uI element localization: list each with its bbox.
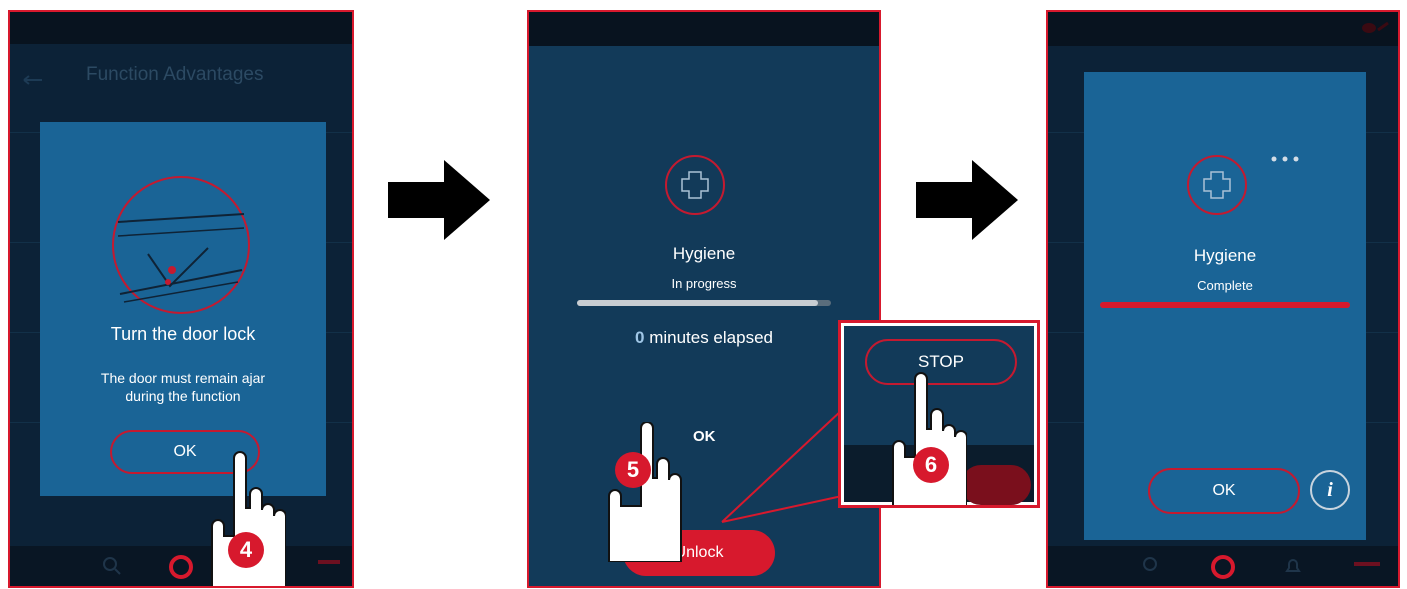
status-text: In progress	[671, 276, 737, 291]
door-lock-icon	[110, 174, 252, 316]
step-badge-5: 5	[615, 452, 651, 488]
function-name: Hygiene	[1193, 246, 1257, 265]
right-arrow-icon	[388, 160, 492, 245]
dialog-title: Turn the door lock	[110, 324, 256, 344]
screen-turn-door-lock: Function Advantages Turn the door lock T…	[8, 10, 354, 588]
status-bar	[1048, 12, 1398, 46]
progress-track	[1100, 302, 1350, 308]
status-text: Complete	[1197, 278, 1253, 293]
step-badge-4: 4	[228, 532, 264, 568]
home-ring-icon[interactable]	[168, 554, 194, 585]
elapsed-label: minutes elapsed	[649, 328, 773, 347]
plus-cross-icon	[1186, 154, 1248, 221]
bell-icon[interactable]	[1284, 556, 1302, 581]
status-bar	[529, 12, 879, 46]
zoom-inset-stop: STOP 6	[838, 320, 1040, 508]
search-icon[interactable]	[1142, 556, 1162, 581]
elapsed-value: 0	[634, 328, 645, 347]
progress-fill	[1100, 302, 1350, 308]
elapsed-row: 0 minutes elapsed	[529, 328, 879, 348]
ok-button[interactable]: OK	[1148, 468, 1300, 514]
dialog-message-line1: The door must remain ajar	[100, 370, 266, 386]
bottom-nav	[1048, 546, 1398, 586]
info-label: i	[1327, 479, 1333, 501]
wifi-cloud-icon	[1360, 20, 1390, 39]
progress-fill	[577, 300, 819, 306]
dialog-message-line2: during the function	[125, 388, 241, 404]
hand-pointer-icon	[887, 371, 968, 505]
more-dots-icon[interactable]	[1270, 150, 1302, 168]
step-badge-6: 6	[913, 447, 949, 483]
home-ring-icon[interactable]	[1210, 554, 1236, 585]
zoom-unlock-fragment	[961, 465, 1031, 505]
plus-cross-icon	[664, 154, 726, 221]
hygiene-complete-dialog: Hygiene Complete OK i	[1084, 72, 1366, 540]
info-icon[interactable]: i	[1310, 470, 1350, 510]
status-bar	[10, 12, 352, 44]
bottom-nav	[10, 546, 352, 586]
function-name: Hygiene	[672, 244, 736, 263]
progress-track	[577, 300, 831, 306]
hand-pointer-icon	[605, 421, 685, 567]
menu-icon[interactable]	[318, 560, 340, 564]
door-lock-dialog: Turn the door lock The door must remain …	[40, 122, 326, 496]
callout-connector	[700, 400, 860, 535]
right-arrow-icon	[916, 160, 1020, 245]
back-arrow-icon[interactable]	[22, 72, 44, 85]
page-title: Function Advantages	[86, 64, 264, 85]
search-icon[interactable]	[102, 556, 122, 581]
menu-icon[interactable]	[1354, 562, 1380, 566]
screen-hygiene-complete: Hygiene Complete OK i	[1046, 10, 1400, 588]
